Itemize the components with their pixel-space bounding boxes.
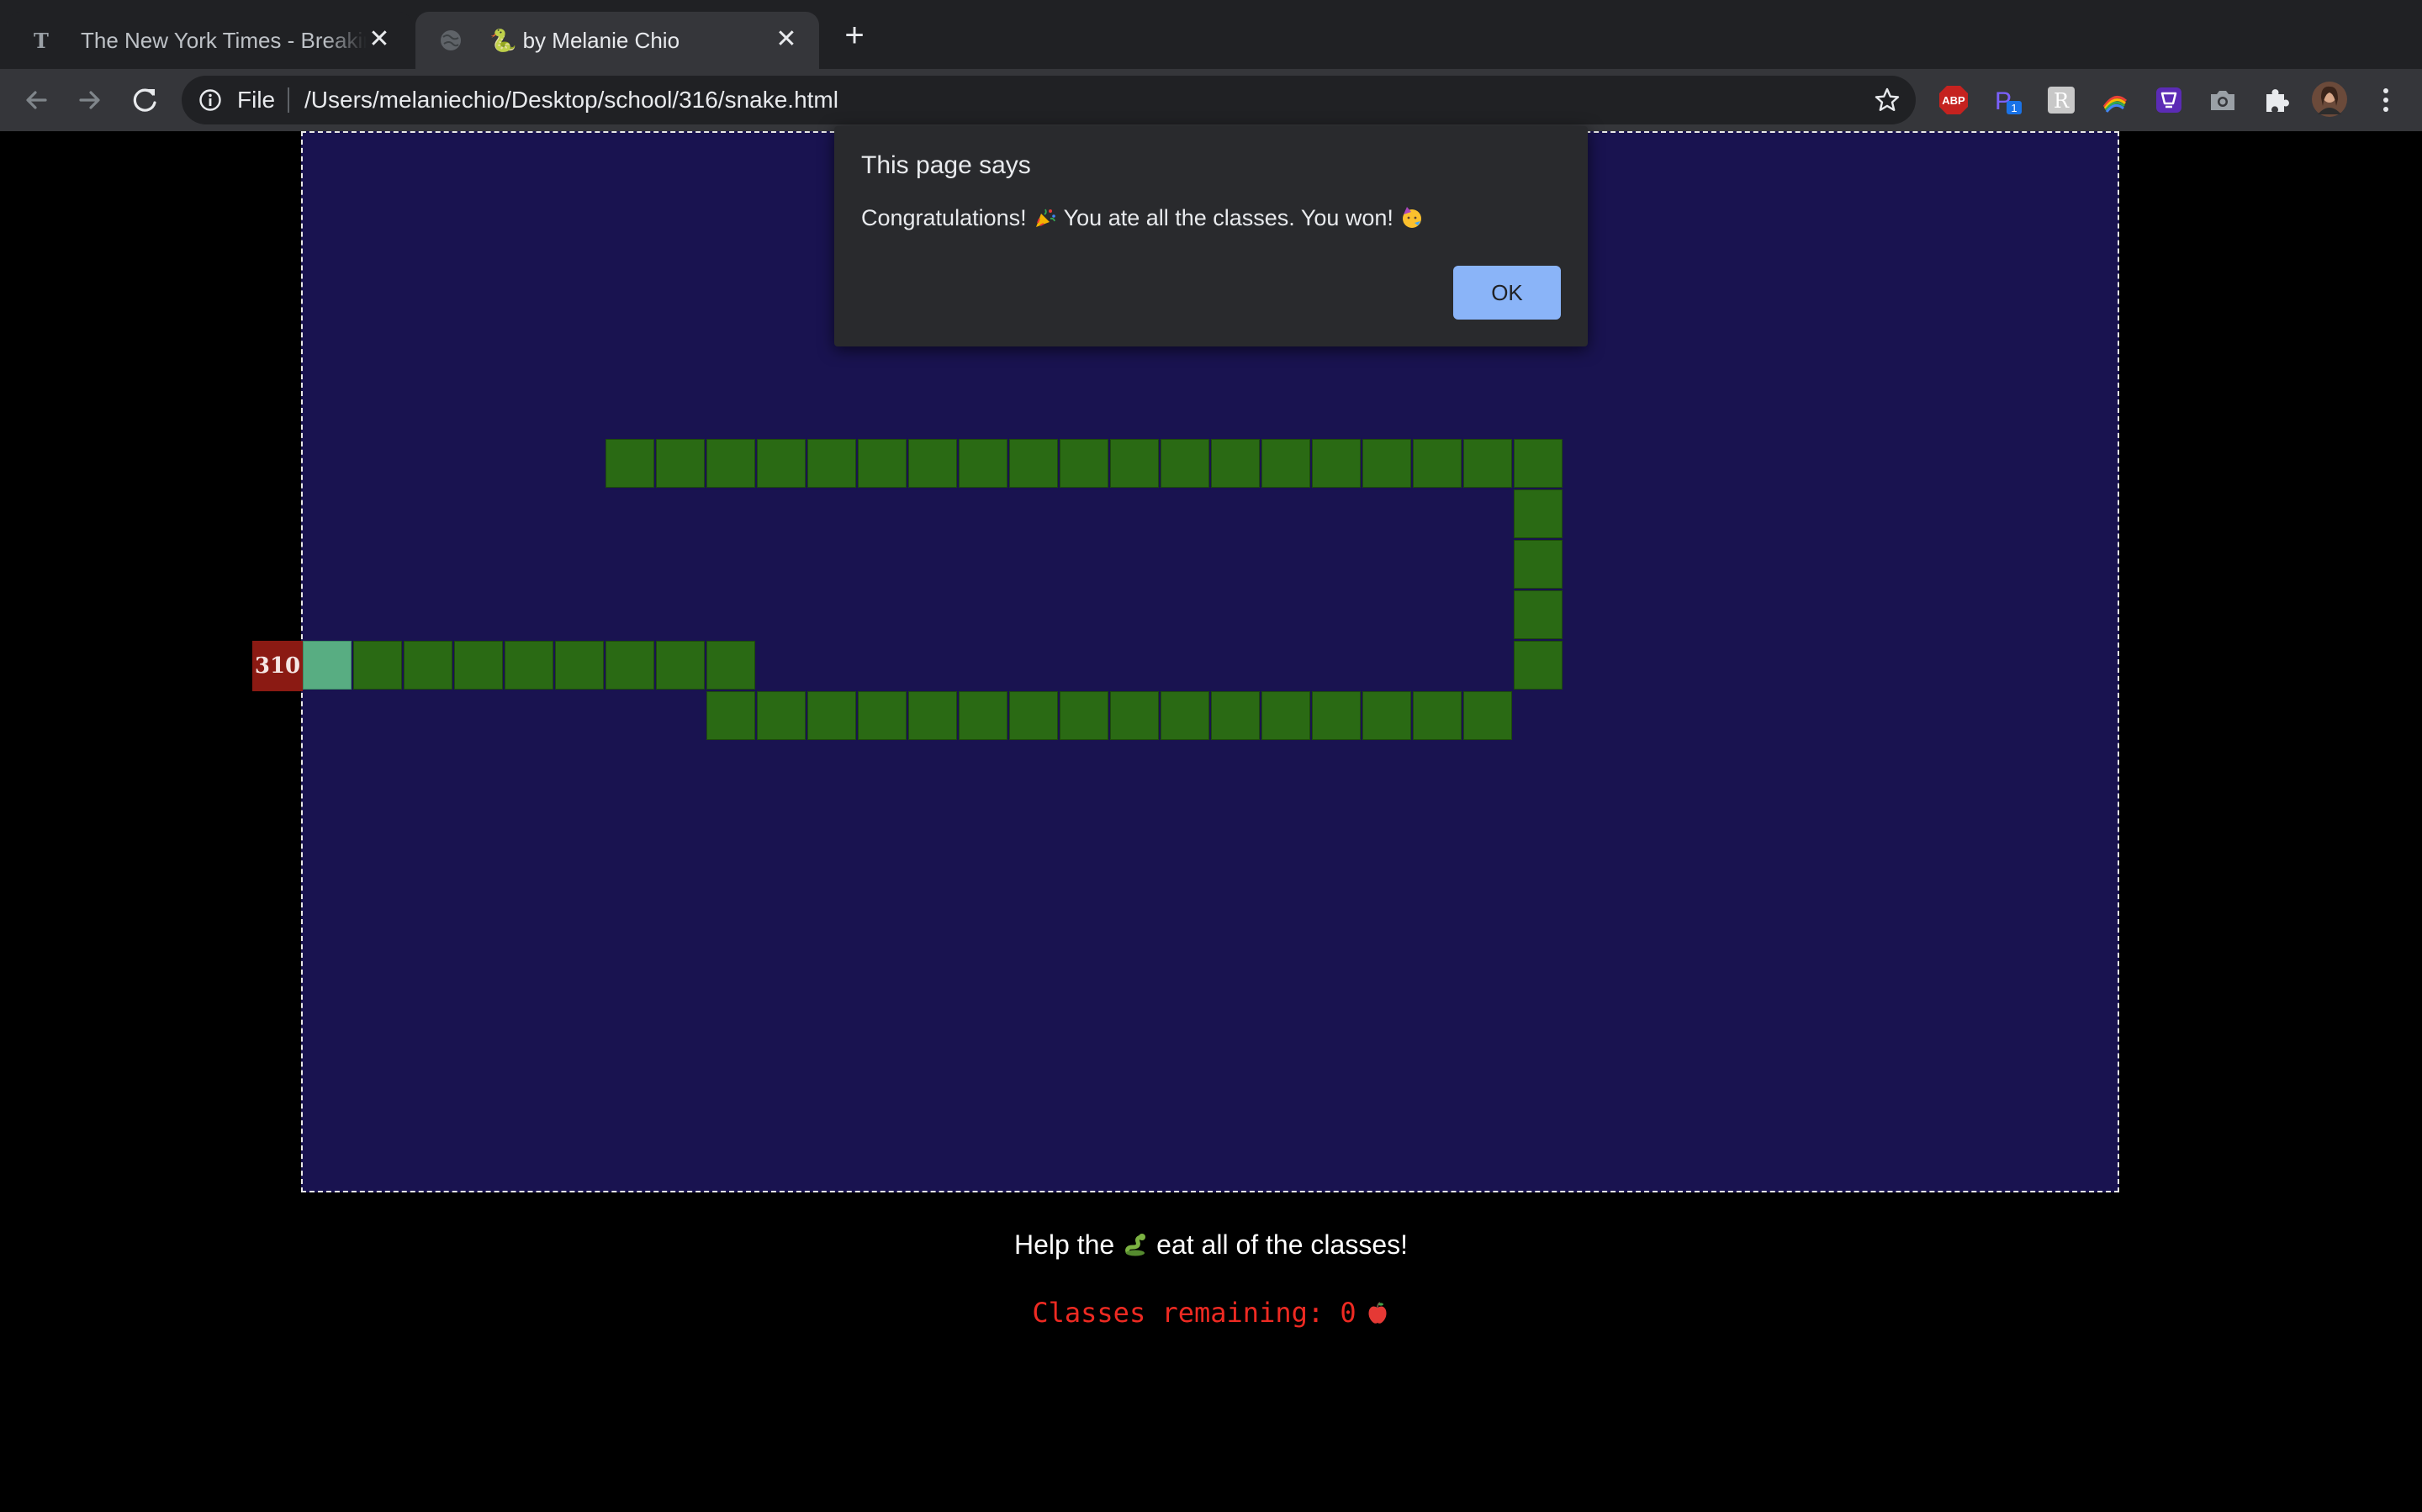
snake-segment xyxy=(404,641,452,690)
snake-segment xyxy=(1161,439,1209,488)
dialog-title: This page says xyxy=(861,151,1031,179)
snake-segment xyxy=(606,641,654,690)
puzzle-icon[interactable] xyxy=(2261,84,2292,116)
snake-segment xyxy=(1009,691,1058,740)
forward-arrow-icon[interactable] xyxy=(71,81,109,119)
classes-remaining: Classes remaining: 0 xyxy=(0,1297,2422,1329)
snake-segment xyxy=(1362,439,1411,488)
snake-segment xyxy=(1463,691,1512,740)
snake-icon xyxy=(1125,1234,1146,1256)
snake-segment xyxy=(706,691,755,740)
address-bar[interactable]: File /Users/melaniechio/Desktop/school/3… xyxy=(182,76,1916,124)
snake-segment xyxy=(959,439,1007,488)
class-food: 310 xyxy=(252,641,303,691)
snake-segment xyxy=(353,641,402,690)
help-prefix: Help the xyxy=(1013,1229,1115,1260)
bookmark-star-icon[interactable] xyxy=(1874,87,1901,114)
snake-segment xyxy=(1009,439,1058,488)
profile-avatar[interactable] xyxy=(2311,81,2348,118)
tab-nyt[interactable]: T The New York Times - Breaking News, US… xyxy=(7,12,412,69)
dialog-message-part1: Congratulations! xyxy=(861,205,1027,230)
snake-segment xyxy=(706,641,755,690)
snake-segment xyxy=(1514,641,1563,690)
snake-segment xyxy=(555,641,604,690)
alert-dialog: This page says Congratulations! You ate … xyxy=(834,126,1588,346)
new-tab-button[interactable]: + xyxy=(838,19,871,52)
scheme-label: File xyxy=(237,87,276,113)
snake-segment xyxy=(656,641,705,690)
browser-toolbar: File /Users/melaniechio/Desktop/school/3… xyxy=(0,69,2422,131)
tab-strip: T The New York Times - Breaking News, US… xyxy=(0,0,2422,69)
globe-icon xyxy=(441,30,461,50)
snake-segment xyxy=(1514,590,1563,639)
snake-segment xyxy=(1261,691,1310,740)
close-tab-icon[interactable]: ✕ xyxy=(772,25,801,54)
dialog-message-part2: You ate all the classes. You won! xyxy=(1063,205,1393,230)
wallet-extension-icon[interactable] xyxy=(2153,84,2185,116)
snake-segment xyxy=(606,439,654,488)
snake-segment xyxy=(807,691,856,740)
snake-segment xyxy=(858,439,907,488)
camera-icon[interactable] xyxy=(2207,84,2239,116)
snake-head xyxy=(303,641,352,690)
tab-title: The New York Times - Breaking News, US N… xyxy=(81,28,367,53)
snake-segment xyxy=(1060,439,1108,488)
r-extension-icon[interactable]: R xyxy=(2045,84,2077,116)
snake-segment xyxy=(1110,439,1159,488)
tab-snake[interactable]: 🐍 by Melanie Chio ✕ xyxy=(415,12,819,69)
snake-segment xyxy=(1413,691,1462,740)
nyt-icon: T xyxy=(34,29,49,52)
info-icon[interactable] xyxy=(198,88,222,112)
snake-segment xyxy=(757,691,806,740)
snake-segment xyxy=(1463,439,1512,488)
snake-segment xyxy=(757,439,806,488)
help-suffix: eat all of the classes! xyxy=(1156,1229,1408,1260)
abp-label: ABP xyxy=(1942,94,1965,107)
rainbow-extension-icon[interactable] xyxy=(2099,84,2131,116)
snake-segment xyxy=(1312,691,1361,740)
snake-segment xyxy=(1211,439,1260,488)
snake-segment xyxy=(1362,691,1411,740)
close-tab-icon[interactable]: ✕ xyxy=(365,25,394,54)
help-text: Help the eat all of the classes! xyxy=(0,1229,2422,1261)
snake-segment xyxy=(807,439,856,488)
snake-segment xyxy=(858,691,907,740)
snake-segment xyxy=(1312,439,1361,488)
tab-title: 🐍 by Melanie Chio xyxy=(489,28,680,53)
svg-text:R: R xyxy=(2054,89,2070,113)
snake-segment xyxy=(1413,439,1462,488)
snake-segment xyxy=(1514,540,1563,589)
snake-segment xyxy=(1211,691,1260,740)
snake-segment xyxy=(1110,691,1159,740)
snake-segment xyxy=(1161,691,1209,740)
kebab-menu-icon[interactable] xyxy=(2370,84,2402,116)
snake-segment xyxy=(1261,439,1310,488)
snake-segment xyxy=(656,439,705,488)
ok-button[interactable]: OK xyxy=(1453,266,1561,320)
snake-segment xyxy=(908,691,957,740)
svg-text:T: T xyxy=(34,29,49,52)
snake-segment xyxy=(454,641,503,690)
omnibox-divider xyxy=(288,87,289,113)
dialog-message: Congratulations! You ate all the classes… xyxy=(861,205,1430,231)
snake-segment xyxy=(908,439,957,488)
adblock-plus-icon[interactable]: ABP xyxy=(1938,84,1970,116)
snake-segment xyxy=(1060,691,1108,740)
reload-icon[interactable] xyxy=(126,81,165,119)
snake-segment xyxy=(505,641,553,690)
remaining-text: Classes remaining: 0 xyxy=(1032,1297,1356,1329)
snake-segment xyxy=(1514,489,1563,538)
url-text[interactable]: /Users/melaniechio/Desktop/school/316/sn… xyxy=(304,86,838,114)
extension-badge: 1 xyxy=(2011,102,2017,114)
apple-icon xyxy=(1368,1302,1387,1324)
party-popper-icon xyxy=(1035,209,1055,227)
snake-segment xyxy=(1514,439,1563,488)
snake-segment xyxy=(959,691,1007,740)
p-extension-icon[interactable]: P 1 xyxy=(1991,84,2023,116)
snake-segment xyxy=(706,439,755,488)
back-arrow-icon[interactable] xyxy=(17,81,56,119)
partying-face-icon xyxy=(1402,207,1421,228)
